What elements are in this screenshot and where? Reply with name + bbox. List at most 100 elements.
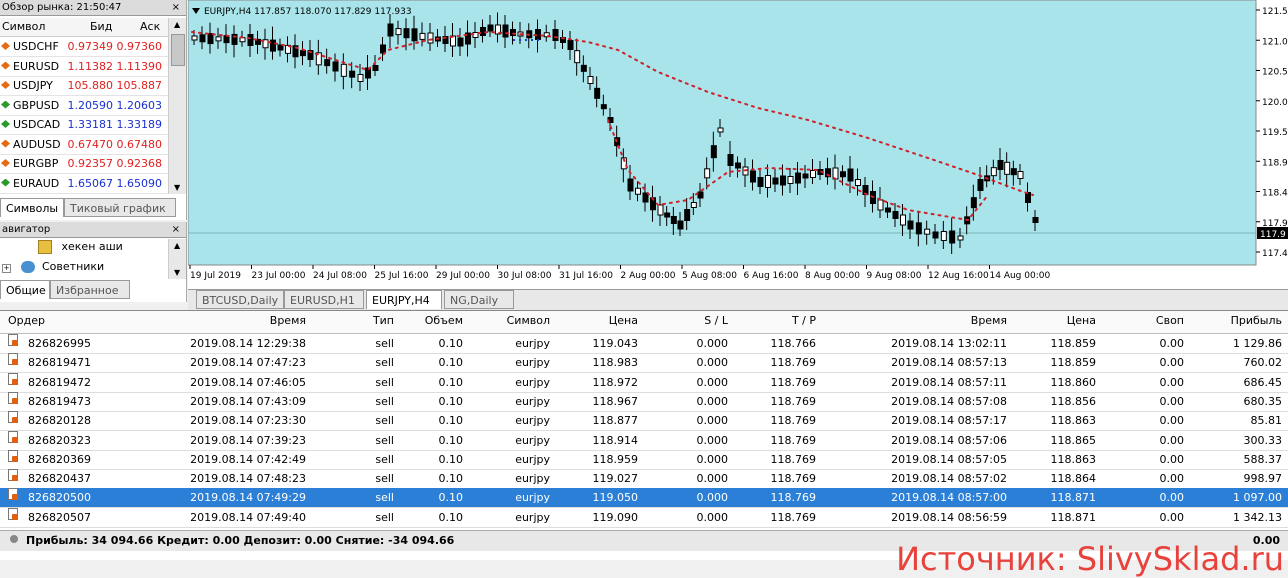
candle-body: [855, 179, 861, 186]
navigator-item[interactable]: хекен аши: [38, 240, 123, 254]
ask-price: 1.20603: [116, 98, 163, 112]
table-row[interactable]: 826820369 2019.08.14 07:42:49 sell 0.10 eurj…: [0, 449, 1288, 470]
table-row[interactable]: 826819471 2019.08.14 07:47:23 sell 0.10 eurj…: [0, 353, 1288, 374]
candle-body: [949, 230, 956, 244]
price-label: 119.5: [1262, 128, 1288, 138]
candle-body: [1032, 217, 1039, 223]
candle-body: [1010, 168, 1017, 176]
candle-body: [215, 36, 222, 42]
table-row[interactable]: 826819472 2019.08.14 07:46:05 sell 0.10 eurj…: [0, 372, 1288, 393]
close-icon[interactable]: ×: [172, 224, 180, 235]
col-tp[interactable]: T / P: [792, 311, 816, 331]
candle-body: [840, 171, 846, 178]
tab-ng-daily[interactable]: NG,Daily: [444, 290, 514, 309]
navigator-item-experts[interactable]: + Советники: [2, 260, 104, 273]
symbol-row[interactable]: GBPUSD 1.20590 1.20603: [0, 96, 168, 116]
candle-body: [1004, 161, 1011, 175]
expand-icon[interactable]: +: [2, 264, 11, 273]
market-watch-scrollbar[interactable]: ▲ ▼: [168, 18, 186, 194]
cell-tp: 118.769: [770, 510, 817, 524]
col-swap[interactable]: Своп: [1156, 311, 1184, 331]
col-order[interactable]: Ордер: [8, 311, 45, 331]
table-row[interactable]: 826819473 2019.08.14 07:43:09 sell 0.10 eurj…: [0, 391, 1288, 412]
navigator-item-label: Советники: [42, 260, 105, 273]
cell-open-time: 2019.08.14 07:46:05: [190, 375, 306, 389]
table-row[interactable]: 826820500 2019.08.14 07:49:29 sell 0.10 eurj…: [0, 488, 1288, 509]
cell-symbol: eurjpy: [515, 491, 550, 505]
close-icon[interactable]: ×: [172, 2, 180, 13]
col-open-time[interactable]: Время: [270, 311, 306, 331]
symbol-row[interactable]: USDCAD 1.33181 1.33189: [0, 115, 168, 135]
arrow-up-icon: [1, 120, 10, 128]
cell-symbol: eurjpy: [515, 433, 550, 447]
symbol-row[interactable]: EURUSD 1.11382 1.11390: [0, 57, 168, 77]
cell-tp: 118.769: [770, 433, 817, 447]
candle-body: [885, 207, 891, 213]
symbol-row[interactable]: USDJPY 105.880 105.887: [0, 76, 168, 96]
col-sl[interactable]: S / L: [704, 311, 728, 331]
col-close-time[interactable]: Время: [971, 311, 1007, 331]
cell-open-price: 119.050: [592, 491, 639, 505]
table-row[interactable]: 826826995 2019.08.14 12:29:38 sell 0.10 eurj…: [0, 334, 1288, 354]
scroll-up-icon[interactable]: ▲: [174, 20, 180, 29]
table-row[interactable]: 826820323 2019.08.14 07:39:23 sell 0.10 eurj…: [0, 430, 1288, 451]
cell-close-time: 2019.08.14 08:57:13: [891, 356, 1007, 370]
navigator-item-label: хекен аши: [61, 240, 123, 253]
tab-eurjpy-h4[interactable]: EURJPY,H4: [366, 290, 442, 309]
tab-favorites[interactable]: Избранное: [50, 280, 130, 299]
cell-order: 826820128: [28, 414, 91, 428]
candle-body: [1017, 171, 1024, 179]
tab-symbols[interactable]: Символы: [0, 198, 64, 217]
cell-close-price: 118.856: [1050, 394, 1097, 408]
price-label: 120.5: [1262, 68, 1288, 78]
cell-type: sell: [375, 491, 394, 505]
col-volume[interactable]: Объем: [425, 311, 463, 331]
bid-price: 0.92357: [67, 157, 114, 170]
symbol-row[interactable]: USDCHF 0.97349 0.97360: [0, 37, 168, 57]
candle-body: [411, 28, 418, 42]
tab-general[interactable]: Общие: [0, 280, 50, 299]
cell-open-price: 119.027: [592, 472, 639, 486]
col-symbol[interactable]: Символ: [507, 311, 550, 331]
cell-symbol: eurjpy: [515, 414, 550, 428]
table-row[interactable]: 826820437 2019.08.14 07:48:23 sell 0.10 eurj…: [0, 469, 1288, 490]
chart-window[interactable]: 121.5 121.0 120.5 120.0 119.5 118.9 118.4 117.9…: [187, 0, 1288, 289]
scroll-thumb[interactable]: [171, 34, 185, 66]
cell-close-price: 118.863: [1050, 414, 1097, 428]
table-row[interactable]: 826820507 2019.08.14 07:49:40 sell 0.10 eurj…: [0, 507, 1288, 528]
col-open-price[interactable]: Цена: [609, 311, 638, 331]
cell-type: sell: [375, 375, 394, 389]
price-chart[interactable]: 121.5 121.0 120.5 120.0 119.5 118.9 118.4 117.9…: [187, 0, 1288, 289]
col-type[interactable]: Тип: [373, 311, 394, 331]
cell-close-price: 118.864: [1050, 472, 1097, 486]
cell-order: 826820323: [28, 433, 91, 447]
tab-tick-chart[interactable]: Тиковый график: [64, 198, 176, 217]
col-profit[interactable]: Прибыль: [1231, 311, 1282, 331]
symbol-row[interactable]: EURGBP 0.92357 0.92368: [0, 154, 168, 174]
cell-open-time: 2019.08.14 07:47:23: [190, 356, 306, 370]
col-bid[interactable]: Бид: [90, 20, 112, 33]
cell-close-time: 2019.08.14 13:02:11: [891, 337, 1007, 350]
col-symbol[interactable]: Символ: [2, 20, 45, 33]
cell-volume: 0.10: [438, 491, 464, 505]
candle-body: [574, 50, 581, 64]
candle-body: [199, 34, 206, 43]
scroll-up-icon[interactable]: ▲: [174, 241, 180, 250]
candle-body: [765, 175, 771, 188]
col-close-price[interactable]: Цена: [1067, 311, 1096, 331]
candle-body: [340, 63, 347, 77]
scroll-down-icon[interactable]: ▼: [174, 183, 180, 192]
cell-sl: 0.000: [696, 356, 729, 370]
cell-type: sell: [375, 394, 394, 408]
tab-eurusd-h1[interactable]: EURUSD,H1: [284, 290, 364, 309]
cell-close-time: 2019.08.14 08:57:00: [891, 491, 1007, 505]
navigator-scrollbar[interactable]: ▲ ▼: [168, 239, 186, 279]
table-row[interactable]: 826820128 2019.08.14 07:23:30 sell 0.10 eurj…: [0, 411, 1288, 432]
symbol-row[interactable]: EURAUD 1.65067 1.65090: [0, 174, 168, 194]
cell-symbol: eurjpy: [515, 394, 550, 408]
symbol-row[interactable]: AUDUSD 0.67470 0.67480: [0, 135, 168, 155]
col-ask[interactable]: Аск: [140, 20, 160, 33]
tab-btcusd-daily[interactable]: BTCUSD,Daily: [196, 290, 284, 309]
candle-body: [735, 162, 741, 169]
scroll-down-icon[interactable]: ▼: [174, 268, 180, 277]
